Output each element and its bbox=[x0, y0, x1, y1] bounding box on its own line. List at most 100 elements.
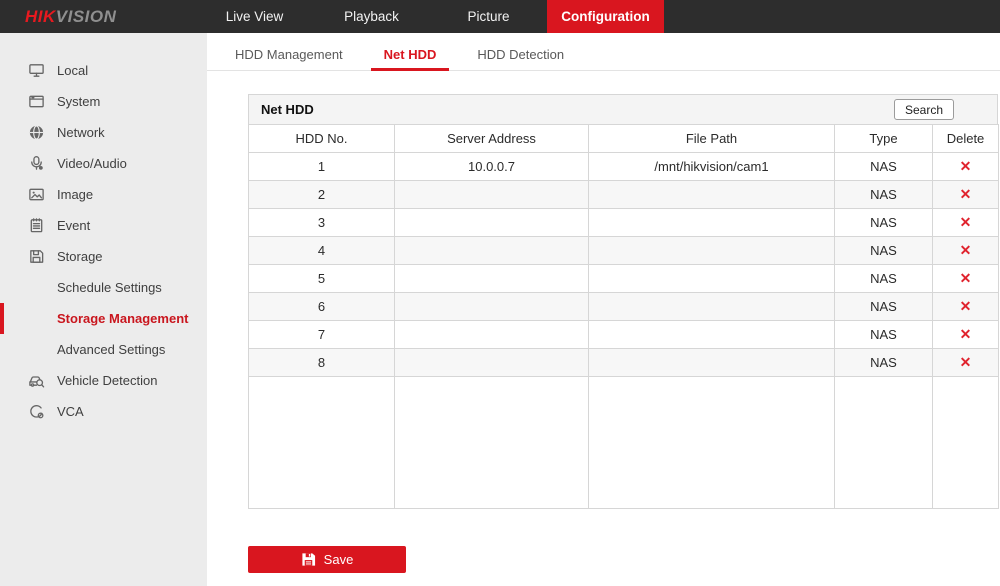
sidebar-item-advanced-settings[interactable]: Advanced Settings bbox=[0, 334, 207, 365]
logo-hik: HIK bbox=[25, 6, 56, 26]
cell-delete: ✕ bbox=[932, 152, 999, 181]
vehicle-detection-icon bbox=[28, 372, 45, 389]
cell-type: NAS bbox=[834, 208, 933, 237]
delete-icon[interactable]: ✕ bbox=[960, 158, 972, 175]
cell-hdd-no: 3 bbox=[248, 208, 395, 237]
sidebar-item-event[interactable]: Event bbox=[0, 210, 207, 241]
column-header-type: Type bbox=[834, 124, 933, 153]
search-button[interactable]: Search bbox=[893, 99, 954, 120]
table-row: 3 NAS ✕ bbox=[248, 208, 999, 237]
table-row: 8 NAS ✕ bbox=[248, 348, 999, 377]
sidebar-item-vca[interactable]: VCA bbox=[0, 396, 207, 427]
sidebar-item-label: Advanced Settings bbox=[57, 342, 166, 357]
sidebar-item-label: System bbox=[57, 94, 101, 109]
sidebar-item-schedule-settings[interactable]: Schedule Settings bbox=[0, 272, 207, 303]
nav-picture[interactable]: Picture bbox=[430, 0, 547, 33]
delete-icon[interactable]: ✕ bbox=[960, 354, 972, 371]
cell-type: NAS bbox=[834, 152, 933, 181]
top-bar: HIK VISION Live View Playback Picture Con… bbox=[0, 0, 1000, 33]
cell-file-path bbox=[588, 348, 835, 377]
microphone-icon bbox=[28, 155, 45, 172]
delete-icon[interactable]: ✕ bbox=[960, 242, 972, 259]
image-icon bbox=[28, 186, 45, 203]
sidebar-item-label: Storage bbox=[57, 249, 103, 264]
event-icon bbox=[28, 217, 45, 234]
sidebar-item-local[interactable]: Local bbox=[0, 55, 207, 86]
table-row: 7 NAS ✕ bbox=[248, 320, 999, 349]
column-header-delete: Delete bbox=[932, 124, 999, 153]
column-header-hdd-no: HDD No. bbox=[248, 124, 395, 153]
net-hdd-panel-header: Net HDD Search bbox=[248, 94, 998, 124]
sidebar-item-label: Schedule Settings bbox=[57, 280, 162, 295]
nav-live-view[interactable]: Live View bbox=[196, 0, 313, 33]
cell-type: NAS bbox=[834, 348, 933, 377]
cell-delete: ✕ bbox=[932, 208, 999, 237]
net-hdd-table: HDD No. Server Address File Path Type Delete… bbox=[248, 124, 999, 509]
cell-hdd-no: 8 bbox=[248, 348, 395, 377]
cell-hdd-no: 1 bbox=[248, 152, 395, 181]
sidebar-item-storage[interactable]: Storage bbox=[0, 241, 207, 272]
logo-vision: VISION bbox=[55, 6, 117, 26]
cell-server-address bbox=[394, 180, 589, 209]
delete-icon[interactable]: ✕ bbox=[960, 298, 972, 315]
cell-file-path bbox=[588, 264, 835, 293]
content-tabs: HDD Management Net HDD HDD Detection bbox=[207, 33, 1000, 71]
table-row: 2 NAS ✕ bbox=[248, 180, 999, 209]
window-icon bbox=[28, 93, 45, 110]
sidebar-item-label: Storage Management bbox=[57, 311, 189, 326]
panel-title: Net HDD bbox=[261, 102, 314, 117]
sidebar-item-label: VCA bbox=[57, 404, 84, 419]
delete-icon[interactable]: ✕ bbox=[960, 326, 972, 343]
tab-hdd-detection[interactable]: HDD Detection bbox=[477, 47, 564, 70]
cell-delete: ✕ bbox=[932, 236, 999, 265]
table-header-row: HDD No. Server Address File Path Type Delete bbox=[248, 124, 999, 153]
cell-server-address bbox=[394, 348, 589, 377]
save-button[interactable]: Save bbox=[248, 546, 406, 573]
cell-file-path: /mnt/hikvision/cam1 bbox=[588, 152, 835, 181]
cell-delete: ✕ bbox=[932, 292, 999, 321]
cell-hdd-no: 4 bbox=[248, 236, 395, 265]
sidebar-item-label: Event bbox=[57, 218, 91, 233]
cell-type: NAS bbox=[834, 236, 933, 265]
cell-file-path bbox=[588, 292, 835, 321]
cell-file-path bbox=[588, 236, 835, 265]
nav-configuration[interactable]: Configuration bbox=[547, 0, 664, 33]
cell-hdd-no: 5 bbox=[248, 264, 395, 293]
monitor-icon bbox=[28, 62, 45, 79]
sidebar-item-network[interactable]: Network bbox=[0, 117, 207, 148]
delete-icon[interactable]: ✕ bbox=[960, 186, 972, 203]
sidebar-item-system[interactable]: System bbox=[0, 86, 207, 117]
cell-server-address bbox=[394, 236, 589, 265]
delete-icon[interactable]: ✕ bbox=[960, 270, 972, 287]
table-row: 6 NAS ✕ bbox=[248, 292, 999, 321]
hikvision-logo: HIK VISION bbox=[0, 0, 196, 33]
cell-server-address bbox=[394, 208, 589, 237]
sidebar-item-label: Vehicle Detection bbox=[57, 373, 158, 388]
sidebar-item-image[interactable]: Image bbox=[0, 179, 207, 210]
sidebar-item-label: Network bbox=[57, 125, 105, 140]
cell-type: NAS bbox=[834, 264, 933, 293]
sidebar-item-vehicle-detection[interactable]: Vehicle Detection bbox=[0, 365, 207, 396]
sidebar: Local System Network Video/Audio Image E bbox=[0, 33, 207, 586]
cell-hdd-no: 2 bbox=[248, 180, 395, 209]
cell-server-address bbox=[394, 292, 589, 321]
vca-icon bbox=[28, 403, 45, 420]
tab-net-hdd[interactable]: Net HDD bbox=[370, 47, 450, 71]
nav-playback[interactable]: Playback bbox=[313, 0, 430, 33]
cell-type: NAS bbox=[834, 320, 933, 349]
main-content: HDD Management Net HDD HDD Detection Net… bbox=[207, 33, 1000, 586]
table-row: 5 NAS ✕ bbox=[248, 264, 999, 293]
table-row: 1 10.0.0.7/mnt/hikvision/cam1 NAS ✕ bbox=[248, 152, 999, 181]
cell-file-path bbox=[588, 320, 835, 349]
sidebar-item-storage-management[interactable]: Storage Management bbox=[0, 303, 207, 334]
delete-icon[interactable]: ✕ bbox=[960, 214, 972, 231]
globe-icon bbox=[28, 124, 45, 141]
sidebar-item-label: Local bbox=[57, 63, 89, 78]
column-header-file-path: File Path bbox=[588, 124, 835, 153]
storage-icon bbox=[28, 248, 45, 265]
sidebar-item-video-audio[interactable]: Video/Audio bbox=[0, 148, 207, 179]
tab-hdd-management[interactable]: HDD Management bbox=[235, 47, 343, 70]
sidebar-item-label: Video/Audio bbox=[57, 156, 127, 171]
cell-type: NAS bbox=[834, 292, 933, 321]
cell-server-address bbox=[394, 320, 589, 349]
